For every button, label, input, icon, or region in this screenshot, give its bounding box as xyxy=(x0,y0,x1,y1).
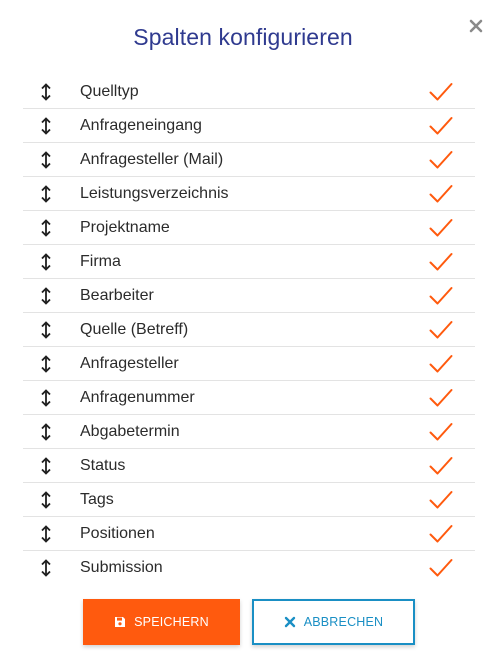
column-label: Positionen xyxy=(80,525,155,542)
column-label: Anfrageneingang xyxy=(80,117,202,134)
column-label: Status xyxy=(80,457,126,474)
checkmark-icon[interactable] xyxy=(429,320,453,340)
dialog-title: Spalten konfigurieren xyxy=(133,24,353,50)
column-row[interactable]: Anfragenummer xyxy=(23,381,475,415)
column-row[interactable]: Anfragesteller (Mail) xyxy=(23,143,475,177)
checkmark-icon[interactable] xyxy=(429,82,453,102)
column-label: Leistungsverzeichnis xyxy=(80,185,229,202)
checkmark-icon[interactable] xyxy=(429,388,453,408)
drag-handle-icon[interactable] xyxy=(39,525,53,543)
drag-handle-icon[interactable] xyxy=(39,151,53,169)
drag-handle-icon[interactable] xyxy=(39,389,53,407)
x-icon xyxy=(284,616,295,628)
column-label: Projektname xyxy=(80,219,170,236)
checkmark-icon[interactable] xyxy=(429,354,453,374)
column-label: Quelltyp xyxy=(80,83,139,100)
checkmark-icon[interactable] xyxy=(429,456,453,476)
floppy-disk-icon xyxy=(115,617,126,627)
drag-handle-icon[interactable] xyxy=(39,491,53,509)
column-label: Anfragesteller xyxy=(80,355,179,372)
column-row[interactable]: Firma xyxy=(23,245,475,279)
column-label: Abgabetermin xyxy=(80,423,180,440)
column-label: Anfragenummer xyxy=(80,389,195,406)
drag-handle-icon[interactable] xyxy=(39,559,53,577)
column-row[interactable]: Quelltyp xyxy=(23,75,475,109)
checkmark-icon[interactable] xyxy=(429,150,453,170)
drag-handle-icon[interactable] xyxy=(39,457,53,475)
checkmark-icon[interactable] xyxy=(429,286,453,306)
drag-handle-icon[interactable] xyxy=(39,83,53,101)
column-row[interactable]: Tags xyxy=(23,483,475,517)
column-label: Anfragesteller (Mail) xyxy=(80,151,224,168)
column-label: Quelle (Betreff) xyxy=(80,321,189,338)
cancel-button-label: ABBRECHEN xyxy=(303,615,384,629)
column-row[interactable]: Bearbeiter xyxy=(23,279,475,313)
cancel-button[interactable]: ABBRECHEN xyxy=(252,599,415,645)
column-row[interactable]: Projektname xyxy=(23,211,475,245)
configure-columns-dialog: Spalten konfigurieren Quelltyp Anfragenei… xyxy=(0,0,498,666)
checkmark-icon[interactable] xyxy=(429,422,453,442)
save-button-label: SPEICHERN xyxy=(134,615,209,629)
drag-handle-icon[interactable] xyxy=(39,423,53,441)
checkmark-icon[interactable] xyxy=(429,558,453,578)
drag-handle-icon[interactable] xyxy=(39,287,53,305)
column-row[interactable]: Quelle (Betreff) xyxy=(23,313,475,347)
column-row[interactable]: Leistungsverzeichnis xyxy=(23,177,475,211)
column-list: Quelltyp Anfrageneingang Anfragesteller (M… xyxy=(23,75,475,584)
drag-handle-icon[interactable] xyxy=(39,253,53,271)
column-label: Firma xyxy=(80,253,121,270)
column-row[interactable]: Positionen xyxy=(23,517,475,551)
save-button[interactable]: SPEICHERN xyxy=(83,599,240,645)
column-row[interactable]: Abgabetermin xyxy=(23,415,475,449)
column-row[interactable]: Submission xyxy=(23,551,475,584)
drag-handle-icon[interactable] xyxy=(39,185,53,203)
column-row[interactable]: Status xyxy=(23,449,475,483)
column-label: Submission xyxy=(80,559,163,576)
column-row[interactable]: Anfragesteller xyxy=(23,347,475,381)
column-row[interactable]: Anfrageneingang xyxy=(23,109,475,143)
drag-handle-icon[interactable] xyxy=(39,117,53,135)
checkmark-icon[interactable] xyxy=(429,218,453,238)
drag-handle-icon[interactable] xyxy=(39,355,53,373)
checkmark-icon[interactable] xyxy=(429,184,453,204)
checkmark-icon[interactable] xyxy=(429,116,453,136)
drag-handle-icon[interactable] xyxy=(39,321,53,339)
column-label: Bearbeiter xyxy=(80,287,154,304)
checkmark-icon[interactable] xyxy=(429,524,453,544)
column-label: Tags xyxy=(80,491,114,508)
checkmark-icon[interactable] xyxy=(429,252,453,272)
checkmark-icon[interactable] xyxy=(429,490,453,510)
drag-handle-icon[interactable] xyxy=(39,219,53,237)
